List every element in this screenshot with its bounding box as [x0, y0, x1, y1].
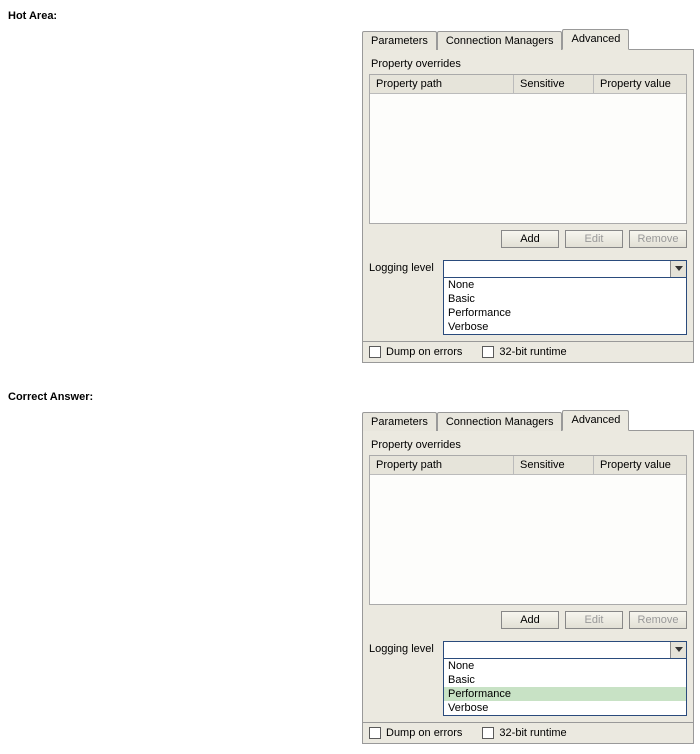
- tab-advanced[interactable]: Advanced: [562, 410, 629, 431]
- combo-option-verbose[interactable]: Verbose: [444, 701, 686, 715]
- col-sensitive[interactable]: Sensitive: [514, 456, 594, 474]
- dump-on-errors-check[interactable]: Dump on errors: [369, 346, 462, 358]
- dump-label: Dump on errors: [386, 727, 462, 739]
- combo-option-none[interactable]: None: [444, 278, 686, 292]
- tab-connection-managers[interactable]: Connection Managers: [437, 31, 563, 50]
- bit32-label: 32-bit runtime: [499, 727, 566, 739]
- combo-text[interactable]: [444, 261, 670, 277]
- bottom-bar: Dump on errors 32-bit runtime: [362, 342, 694, 363]
- bit32-label: 32-bit runtime: [499, 346, 566, 358]
- dialog-hot-area: Parameters Connection Managers Advanced …: [362, 28, 694, 363]
- remove-button: Remove: [629, 611, 687, 629]
- dialog-body: Property overrides Property path Sensiti…: [362, 49, 694, 342]
- col-sensitive[interactable]: Sensitive: [514, 75, 594, 93]
- button-row: Add Edit Remove: [369, 230, 687, 248]
- property-overrides-label: Property overrides: [371, 439, 687, 451]
- col-property-value[interactable]: Property value: [594, 75, 686, 93]
- combo-box[interactable]: [443, 641, 687, 659]
- dump-on-errors-check[interactable]: Dump on errors: [369, 727, 462, 739]
- edit-button: Edit: [565, 230, 623, 248]
- bottom-bar: Dump on errors 32-bit runtime: [362, 723, 694, 744]
- tab-strip: Parameters Connection Managers Advanced: [362, 28, 694, 49]
- logging-level-combo[interactable]: None Basic Performance Verbose: [443, 260, 687, 335]
- combo-text[interactable]: [444, 642, 670, 658]
- 32bit-runtime-check[interactable]: 32-bit runtime: [482, 727, 566, 739]
- tab-parameters[interactable]: Parameters: [362, 31, 437, 50]
- combo-box[interactable]: [443, 260, 687, 278]
- tab-parameters[interactable]: Parameters: [362, 412, 437, 431]
- correct-answer-label: Correct Answer:: [8, 391, 692, 403]
- add-button[interactable]: Add: [501, 230, 559, 248]
- button-row: Add Edit Remove: [369, 611, 687, 629]
- property-overrides-grid[interactable]: Property path Sensitive Property value: [369, 455, 687, 605]
- col-property-path[interactable]: Property path: [370, 456, 514, 474]
- col-property-value[interactable]: Property value: [594, 456, 686, 474]
- chevron-down-icon[interactable]: [670, 642, 686, 658]
- logging-row: Logging level None Basic Performance Ver…: [369, 641, 687, 716]
- property-overrides-grid[interactable]: Property path Sensitive Property value: [369, 74, 687, 224]
- remove-button: Remove: [629, 230, 687, 248]
- combo-option-basic[interactable]: Basic: [444, 673, 686, 687]
- logging-level-label: Logging level: [369, 641, 443, 655]
- logging-row: Logging level None Basic Performance Ver…: [369, 260, 687, 335]
- dialog-body: Property overrides Property path Sensiti…: [362, 430, 694, 723]
- tab-advanced[interactable]: Advanced: [562, 29, 629, 50]
- chevron-down-icon[interactable]: [670, 261, 686, 277]
- combo-option-verbose[interactable]: Verbose: [444, 320, 686, 334]
- add-button[interactable]: Add: [501, 611, 559, 629]
- 32bit-runtime-check[interactable]: 32-bit runtime: [482, 346, 566, 358]
- combo-list: None Basic Performance Verbose: [443, 278, 687, 335]
- checkbox-icon[interactable]: [369, 727, 381, 739]
- checkbox-icon[interactable]: [482, 727, 494, 739]
- property-overrides-label: Property overrides: [371, 58, 687, 70]
- combo-option-none[interactable]: None: [444, 659, 686, 673]
- grid-header: Property path Sensitive Property value: [370, 75, 686, 94]
- tab-connection-managers[interactable]: Connection Managers: [437, 412, 563, 431]
- combo-option-performance[interactable]: Performance: [444, 306, 686, 320]
- checkbox-icon[interactable]: [482, 346, 494, 358]
- tab-strip: Parameters Connection Managers Advanced: [362, 409, 694, 430]
- checkbox-icon[interactable]: [369, 346, 381, 358]
- combo-option-performance[interactable]: Performance: [444, 687, 686, 701]
- hot-area-label: Hot Area:: [8, 10, 692, 22]
- dump-label: Dump on errors: [386, 346, 462, 358]
- grid-header: Property path Sensitive Property value: [370, 456, 686, 475]
- dialog-correct-answer: Parameters Connection Managers Advanced …: [362, 409, 694, 744]
- logging-level-label: Logging level: [369, 260, 443, 274]
- combo-option-basic[interactable]: Basic: [444, 292, 686, 306]
- col-property-path[interactable]: Property path: [370, 75, 514, 93]
- logging-level-combo[interactable]: None Basic Performance Verbose: [443, 641, 687, 716]
- edit-button: Edit: [565, 611, 623, 629]
